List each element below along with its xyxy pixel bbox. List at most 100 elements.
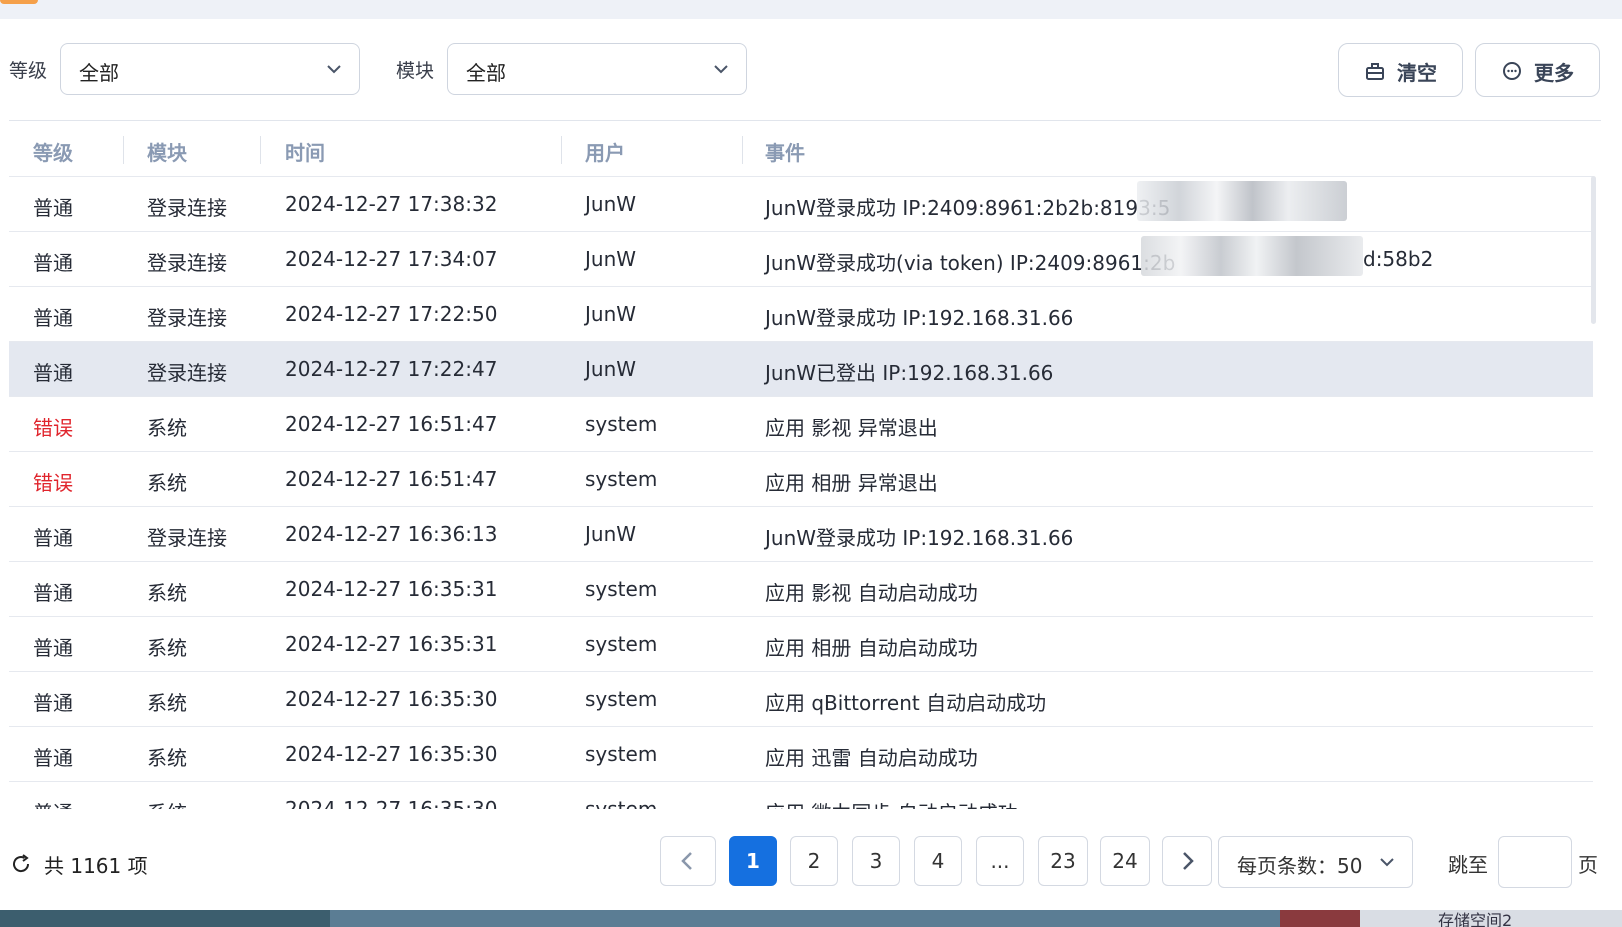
cell-level: 普通	[33, 636, 73, 660]
column-header-user[interactable]: 用户	[585, 137, 625, 166]
cell-level-error: 错误	[33, 471, 73, 495]
clear-button-label: 清空	[1397, 61, 1437, 85]
refresh-icon[interactable]	[10, 853, 32, 875]
column-header-module[interactable]: 模块	[147, 137, 187, 166]
jump-to-label: 跳至	[1448, 853, 1488, 877]
cell-time: 2024-12-27 16:35:31	[285, 632, 498, 656]
cell-event-tail: d:58b2	[1363, 247, 1434, 271]
jump-page-input[interactable]	[1498, 836, 1572, 888]
table-row[interactable]: 普通 系统 2024-12-27 16:35:31 system 应用 影视 自…	[9, 561, 1593, 616]
cell-level-error: 错误	[33, 416, 73, 440]
cell-user: system	[585, 742, 658, 766]
module-filter-value: 全部	[466, 61, 506, 85]
chevron-down-icon	[714, 65, 728, 74]
table-row[interactable]: 普通 登录连接 2024-12-27 17:22:50 JunW JunW登录成…	[9, 286, 1593, 341]
cell-event: 应用 相册 异常退出	[765, 471, 938, 495]
page-button-23[interactable]: 23	[1038, 836, 1088, 886]
table-row-partial[interactable]: 普通 系统 2024-12-27 16:35:30 system 应用 微力同步…	[9, 781, 1593, 809]
chevron-left-icon	[681, 852, 692, 870]
cell-module: 系统	[147, 691, 187, 715]
wallpaper-segment	[330, 910, 1360, 927]
window-top-strip	[0, 0, 1622, 19]
table-row[interactable]: 普通 系统 2024-12-27 16:35:31 system 应用 相册 自…	[9, 616, 1593, 671]
redacted-region	[1141, 236, 1363, 276]
cell-time: 2024-12-27 17:38:32	[285, 192, 498, 216]
level-filter-label: 等级	[9, 60, 48, 82]
cell-event: JunW登录成功 IP:2409:8961:2b2b:8193:5	[765, 196, 1171, 220]
page-button-24[interactable]: 24	[1100, 836, 1150, 886]
page-button-1[interactable]: 1	[729, 836, 777, 886]
cell-time: 2024-12-27 17:22:50	[285, 302, 498, 326]
redacted-region	[1137, 181, 1347, 221]
table-row[interactable]: 错误 系统 2024-12-27 16:51:47 system 应用 相册 异…	[9, 451, 1593, 506]
cell-module: 系统	[147, 797, 187, 809]
column-header-event[interactable]: 事件	[765, 137, 805, 166]
cell-module: 系统	[147, 416, 187, 440]
cell-module: 登录连接	[147, 251, 227, 275]
cell-module: 登录连接	[147, 306, 227, 330]
page-size-label: 每页条数：50	[1237, 854, 1363, 878]
cell-event: JunW登录成功(via token) IP:2409:8961:2b	[765, 251, 1176, 275]
cell-module: 登录连接	[147, 196, 227, 220]
table-row[interactable]: 普通 系统 2024-12-27 16:35:30 system 应用 迅雷 自…	[9, 726, 1593, 781]
page-size-select[interactable]: 每页条数：50	[1218, 836, 1413, 888]
level-filter-select[interactable]: 全部	[60, 43, 360, 95]
cell-time: 2024-12-27 16:51:47	[285, 467, 498, 491]
header-divider	[9, 120, 1601, 121]
more-icon	[1503, 62, 1521, 80]
cell-time: 2024-12-27 17:34:07	[285, 247, 498, 271]
table-header: 等级 模块 时间 用户 事件	[9, 122, 1601, 176]
table-row[interactable]: 错误 系统 2024-12-27 16:51:47 system 应用 影视 异…	[9, 396, 1593, 451]
cell-level: 普通	[33, 746, 73, 770]
table-row-selected[interactable]: 普通 登录连接 2024-12-27 17:22:47 JunW JunW已登出…	[9, 341, 1593, 396]
cell-module: 登录连接	[147, 526, 227, 550]
cell-module: 登录连接	[147, 361, 227, 385]
cell-user: system	[585, 632, 658, 656]
chevron-down-icon	[327, 65, 341, 74]
more-button[interactable]: 更多	[1475, 43, 1600, 97]
table-row[interactable]: 普通 登录连接 2024-12-27 16:36:13 JunW JunW登录成…	[9, 506, 1593, 561]
cell-time: 2024-12-27 16:35:30	[285, 742, 498, 766]
cell-user: system	[585, 577, 658, 601]
page-ellipsis[interactable]: ...	[976, 836, 1024, 886]
clear-button[interactable]: 清空	[1338, 43, 1463, 97]
log-table-body[interactable]: 普通 登录连接 2024-12-27 17:38:32 JunW JunW登录成…	[9, 176, 1593, 809]
level-filter-value: 全部	[79, 61, 119, 85]
cell-level: 普通	[33, 581, 73, 605]
app-tab-indicator	[0, 0, 38, 4]
cell-event: JunW已登出 IP:192.168.31.66	[765, 361, 1054, 385]
cell-level: 普通	[33, 691, 73, 715]
table-row[interactable]: 普通 登录连接 2024-12-27 17:34:07 JunW JunW登录成…	[9, 231, 1593, 286]
cell-time: 2024-12-27 16:35:31	[285, 577, 498, 601]
cell-module: 系统	[147, 746, 187, 770]
next-page-button[interactable]	[1162, 836, 1212, 886]
clear-icon	[1366, 63, 1384, 80]
page-button-3[interactable]: 3	[852, 836, 900, 886]
cell-user: JunW	[585, 522, 637, 546]
cell-event: 应用 影视 自动启动成功	[765, 581, 978, 605]
module-filter-label: 模块	[396, 60, 435, 82]
cell-time: 2024-12-27 16:51:47	[285, 412, 498, 436]
wallpaper-segment	[0, 910, 330, 927]
page-button-4[interactable]: 4	[914, 836, 962, 886]
cell-event: JunW登录成功 IP:192.168.31.66	[765, 526, 1074, 550]
table-row[interactable]: 普通 登录连接 2024-12-27 17:38:32 JunW JunW登录成…	[9, 176, 1593, 231]
column-header-level[interactable]: 等级	[33, 137, 73, 166]
total-count-text: 共 1161 项	[44, 854, 148, 878]
more-button-label: 更多	[1534, 61, 1574, 85]
cell-event: 应用 微力同步 自动启动成功	[765, 797, 1018, 809]
table-scrollbar[interactable]	[1591, 176, 1596, 324]
module-filter-select[interactable]: 全部	[447, 43, 747, 95]
column-header-time[interactable]: 时间	[285, 137, 325, 166]
desktop-taskbar-strip: 存储空间2	[0, 910, 1622, 927]
cell-event: JunW登录成功 IP:192.168.31.66	[765, 306, 1074, 330]
jump-page-suffix: 页	[1578, 853, 1598, 877]
wallpaper-segment	[1280, 910, 1370, 927]
cell-time: 2024-12-27 17:22:47	[285, 357, 498, 381]
prev-page-button[interactable]	[660, 836, 716, 886]
cell-module: 系统	[147, 581, 187, 605]
page-button-2[interactable]: 2	[790, 836, 838, 886]
cell-event: 应用 迅雷 自动启动成功	[765, 746, 978, 770]
column-separator	[742, 136, 743, 164]
table-row[interactable]: 普通 系统 2024-12-27 16:35:30 system 应用 qBit…	[9, 671, 1593, 726]
